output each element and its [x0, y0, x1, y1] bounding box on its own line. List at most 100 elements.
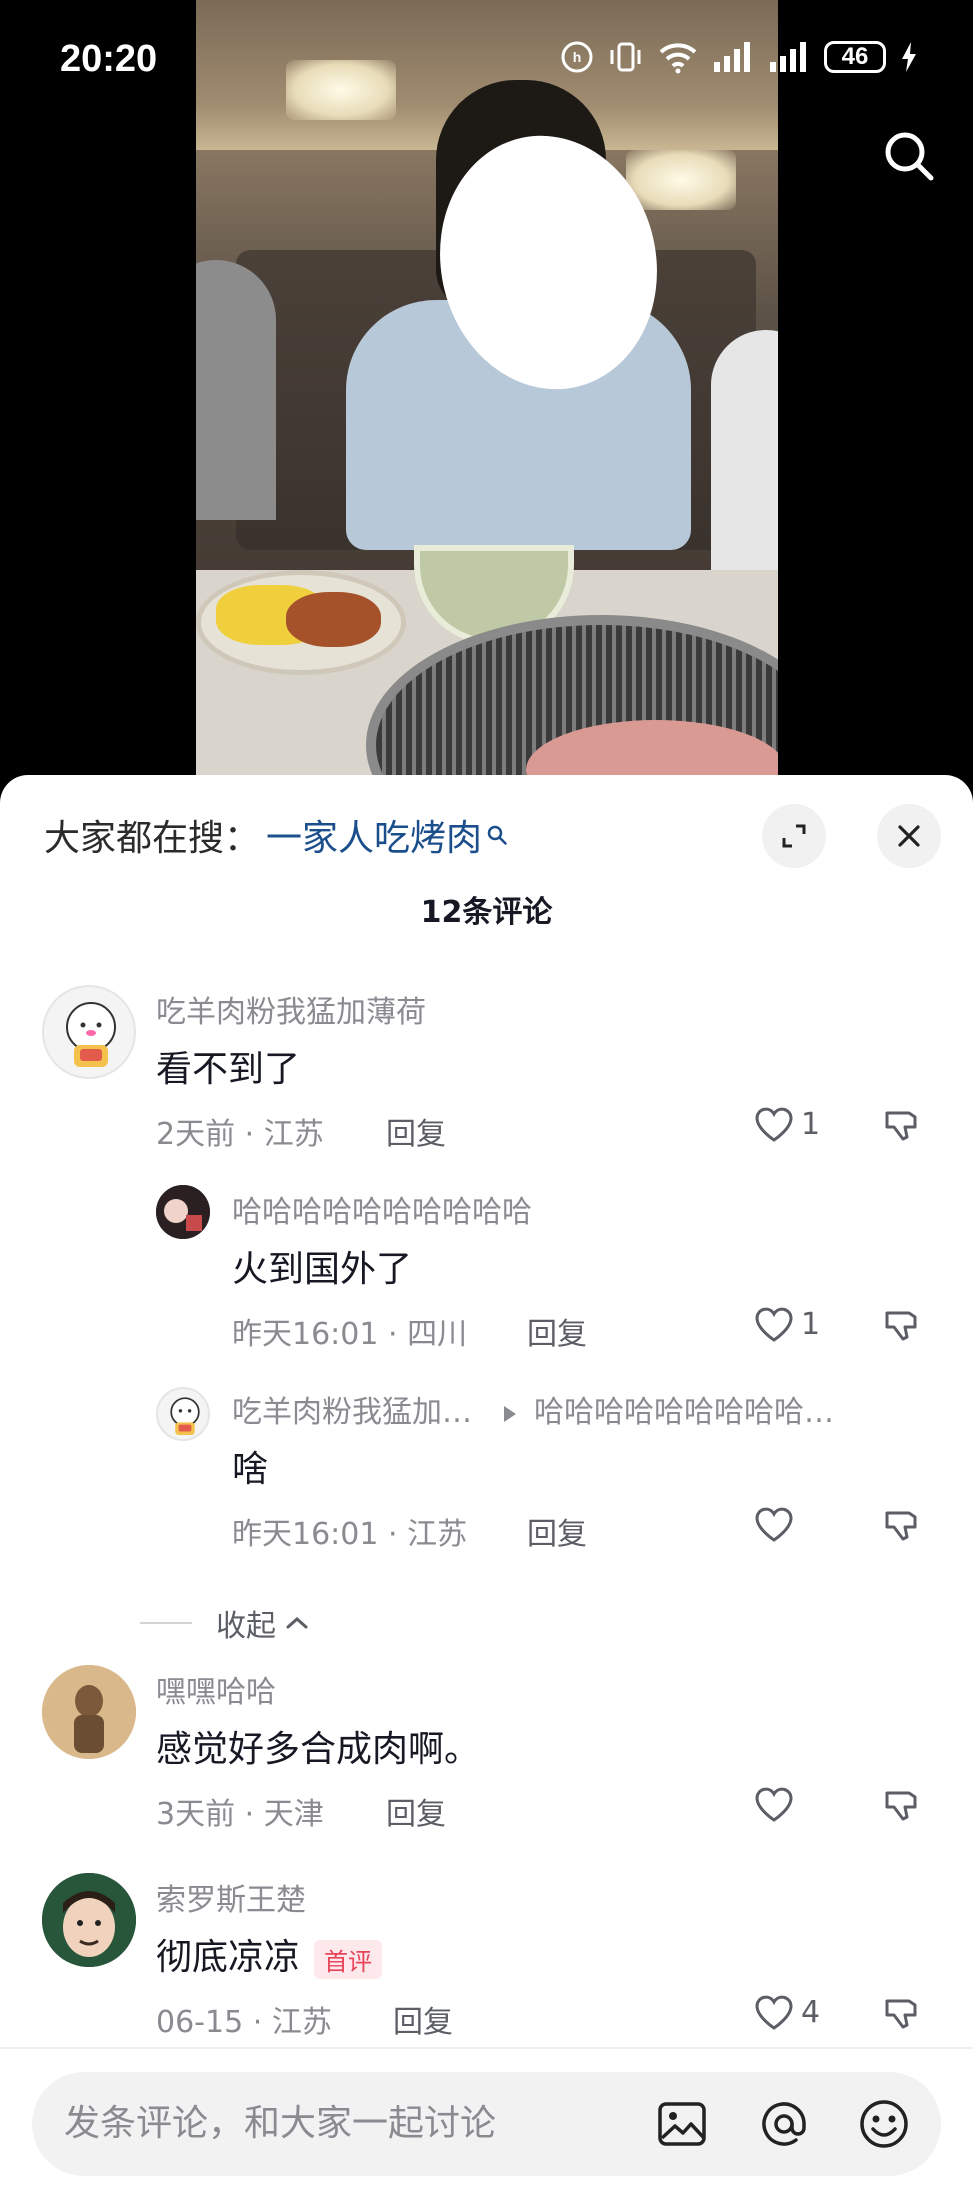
comment-time: 3天前: [156, 1797, 236, 1832]
svg-text:h: h: [573, 49, 582, 65]
like-button[interactable]: 1: [753, 1305, 820, 1343]
first-comment-badge: 首评: [314, 1939, 383, 1979]
status-bar: 20:20 h 46: [0, 0, 973, 120]
like-button[interactable]: [753, 1785, 801, 1823]
search-suggestion-term[interactable]: 一家人吃烤肉: [266, 809, 482, 861]
comment-meta: 昨天16:01 · 江苏: [232, 1509, 467, 1553]
dislike-button[interactable]: [882, 1305, 922, 1345]
avatar[interactable]: [156, 1387, 210, 1441]
comment-location: 江苏: [263, 1117, 324, 1152]
search-suggestion[interactable]: 大家都在搜： 一家人吃烤肉: [44, 805, 508, 865]
comment-username[interactable]: 嘿嘿哈哈: [156, 1667, 276, 1711]
comment-meta: 昨天16:01 · 四川: [232, 1309, 467, 1353]
data-saver-icon: h: [560, 40, 594, 74]
comment-username[interactable]: 哈哈哈哈哈哈哈哈哈哈: [232, 1187, 532, 1231]
image-button[interactable]: [652, 2094, 712, 2154]
scene-person-right: [711, 330, 778, 570]
like-count: 4: [801, 1994, 821, 2030]
comment-username[interactable]: 吃羊肉粉我猛加…: [232, 1395, 472, 1430]
search-icon: [486, 824, 508, 846]
mention-button[interactable]: [754, 2094, 814, 2154]
comment-text: 啥: [232, 1449, 269, 1490]
dislike-button[interactable]: [882, 1993, 922, 2033]
scene-chicken: [286, 592, 381, 647]
heart-icon: [755, 1787, 793, 1822]
meta-separator: ·: [244, 1117, 255, 1152]
reply-button[interactable]: 回复: [386, 1109, 446, 1153]
reply-to-username[interactable]: 哈哈哈哈哈哈哈哈哈…: [534, 1395, 834, 1430]
expand-icon: [782, 824, 806, 848]
comment-time: 昨天16:01: [232, 1317, 379, 1352]
meta-separator: ·: [388, 1517, 398, 1552]
close-button[interactable]: [877, 804, 941, 868]
search-button[interactable]: [877, 124, 941, 188]
avatar[interactable]: [156, 1185, 210, 1239]
like-button[interactable]: 1: [753, 1105, 820, 1143]
avatar[interactable]: [42, 1665, 136, 1759]
comment-location: 天津: [263, 1797, 324, 1832]
dislike-button[interactable]: [882, 1105, 922, 1145]
dislike-button[interactable]: [882, 1505, 922, 1545]
comment-username[interactable]: 吃羊肉粉我猛加薄荷: [156, 987, 426, 1031]
thumb-down-icon: [885, 1111, 917, 1141]
image-icon: [658, 2102, 706, 2146]
meta-separator: ·: [388, 1317, 398, 1352]
reply-button[interactable]: 回复: [386, 1789, 446, 1833]
collapse-replies-button[interactable]: 收起: [140, 1601, 312, 1645]
comment-text: 火到国外了: [232, 1249, 413, 1290]
heart-icon: [755, 1507, 793, 1542]
chevron-up-icon: [286, 1616, 308, 1629]
comment-meta: 3天前 · 天津: [156, 1789, 324, 1833]
reply-button[interactable]: 回复: [527, 1509, 587, 1553]
emoji-button[interactable]: [854, 2094, 914, 2154]
thumb-down-icon: [885, 1311, 917, 1341]
comment-text: 看不到了: [156, 1049, 301, 1090]
close-icon: [898, 825, 920, 847]
expand-button[interactable]: [762, 804, 826, 868]
heart-icon: [755, 1107, 793, 1142]
comment-meta: 2天前 · 江苏: [156, 1109, 324, 1153]
status-icons: h 46: [560, 40, 918, 74]
like-button[interactable]: 4: [753, 1993, 820, 2031]
divider: [140, 1622, 192, 1624]
comment-text: 彻底凉凉: [156, 1937, 301, 1978]
reply-button[interactable]: 回复: [393, 1997, 453, 2041]
comment-location: 江苏: [271, 2005, 332, 2040]
comment-text: 感觉好多合成肉啊。: [156, 1729, 481, 1770]
at-icon: [762, 2102, 806, 2146]
battery-level: 46: [824, 41, 886, 73]
heart-icon: [755, 1995, 793, 2030]
thumb-down-icon: [885, 1791, 917, 1821]
comment-location: 江苏: [407, 1517, 468, 1552]
wifi-icon: [658, 40, 698, 74]
charging-icon: [900, 41, 918, 73]
signal-icon: [768, 40, 810, 74]
comment-text-line: 彻底凉凉 首评: [156, 1928, 383, 1980]
comment-input-placeholder: 发条评论，和大家一起讨论: [64, 2103, 497, 2144]
comment-username[interactable]: 索罗斯王楚: [156, 1875, 306, 1919]
like-count: 1: [801, 1306, 821, 1342]
comment-count: 12条评论: [420, 895, 553, 930]
meta-separator: ·: [252, 2005, 263, 2040]
divider: [0, 2047, 973, 2049]
comment-input[interactable]: 发条评论，和大家一起讨论: [32, 2072, 941, 2176]
reply-arrow-icon: [504, 1405, 516, 1422]
search-suggestion-prefix: 大家都在搜：: [44, 818, 261, 859]
heart-icon: [755, 1307, 793, 1342]
comment-time: 06-15: [156, 2005, 244, 2040]
comment-meta: 06-15 · 江苏: [156, 1997, 332, 2041]
scene-person-left: [196, 260, 276, 520]
avatar[interactable]: [42, 985, 136, 1079]
comment-sheet: 大家都在搜： 一家人吃烤肉 12条评论 吃羊肉粉我猛加薄荷 看不到了 2天前 ·…: [0, 775, 973, 2196]
comment-time: 2天前: [156, 1117, 236, 1152]
reply-button[interactable]: 回复: [527, 1309, 587, 1353]
dislike-button[interactable]: [882, 1785, 922, 1825]
like-count: 1: [801, 1106, 821, 1142]
scene-light: [626, 150, 736, 210]
avatar[interactable]: [42, 1873, 136, 1967]
comment-location: 四川: [407, 1317, 468, 1352]
collapse-label: 收起: [216, 1609, 276, 1644]
comment-time: 昨天16:01: [232, 1517, 379, 1552]
search-icon: [885, 132, 934, 181]
like-button[interactable]: [753, 1505, 801, 1543]
